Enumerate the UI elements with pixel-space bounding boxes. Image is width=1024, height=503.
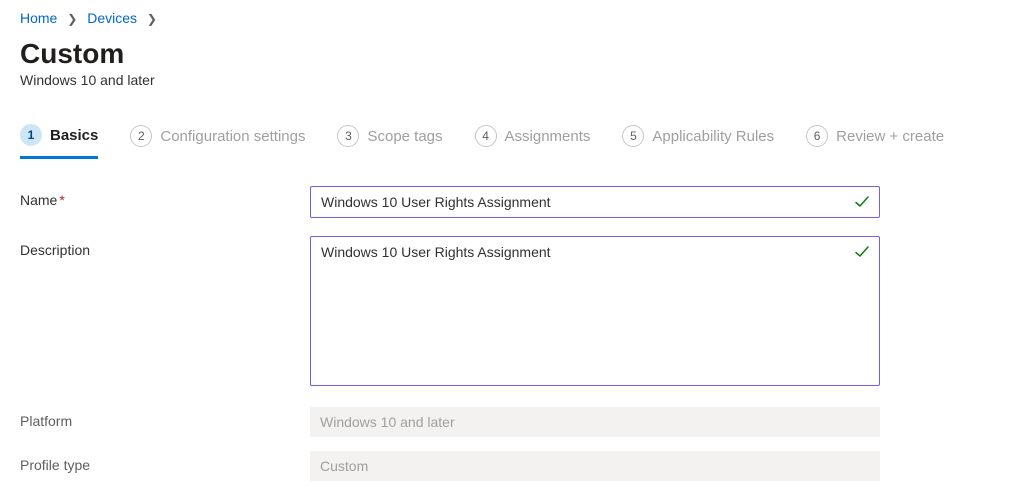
step-number: 1 <box>20 124 42 146</box>
name-input-wrap <box>310 186 880 218</box>
step-applicability-rules[interactable]: 5 Applicability Rules <box>622 125 774 157</box>
description-input-wrap <box>310 236 880 389</box>
step-label: Applicability Rules <box>652 128 774 145</box>
step-label: Assignments <box>505 128 591 145</box>
name-input[interactable] <box>310 186 880 218</box>
step-number: 6 <box>806 125 828 147</box>
breadcrumb-link-devices[interactable]: Devices <box>87 10 137 26</box>
step-label: Review + create <box>836 128 944 145</box>
step-configuration-settings[interactable]: 2 Configuration settings <box>130 125 305 157</box>
chevron-right-icon: ❯ <box>67 12 77 26</box>
breadcrumb-link-home[interactable]: Home <box>20 10 57 26</box>
page-title: Custom <box>20 38 1004 70</box>
step-number: 4 <box>475 125 497 147</box>
breadcrumb: Home ❯ Devices ❯ <box>20 0 1004 34</box>
step-scope-tags[interactable]: 3 Scope tags <box>337 125 442 157</box>
description-label: Description <box>20 236 310 258</box>
profile-type-value: Custom <box>310 451 880 481</box>
step-assignments[interactable]: 4 Assignments <box>475 125 591 157</box>
step-number: 3 <box>337 125 359 147</box>
step-label: Configuration settings <box>160 128 305 145</box>
step-number: 5 <box>622 125 644 147</box>
step-label: Basics <box>50 127 98 144</box>
step-number: 2 <box>130 125 152 147</box>
form-row-platform: Platform Windows 10 and later <box>20 407 1004 437</box>
form-row-profile-type: Profile type Custom <box>20 451 1004 481</box>
profile-type-label: Profile type <box>20 451 310 473</box>
form-row-name: Name* <box>20 186 1004 218</box>
platform-label: Platform <box>20 407 310 429</box>
step-review-create[interactable]: 6 Review + create <box>806 125 944 157</box>
name-label: Name* <box>20 186 310 208</box>
step-basics[interactable]: 1 Basics <box>20 124 98 159</box>
wizard-steps: 1 Basics 2 Configuration settings 3 Scop… <box>20 124 1004 158</box>
page-subtitle: Windows 10 and later <box>20 72 1004 88</box>
description-input[interactable] <box>310 236 880 386</box>
chevron-right-icon: ❯ <box>147 12 157 26</box>
platform-value: Windows 10 and later <box>310 407 880 437</box>
step-label: Scope tags <box>367 128 442 145</box>
form-row-description: Description <box>20 236 1004 389</box>
required-indicator: * <box>59 192 64 208</box>
